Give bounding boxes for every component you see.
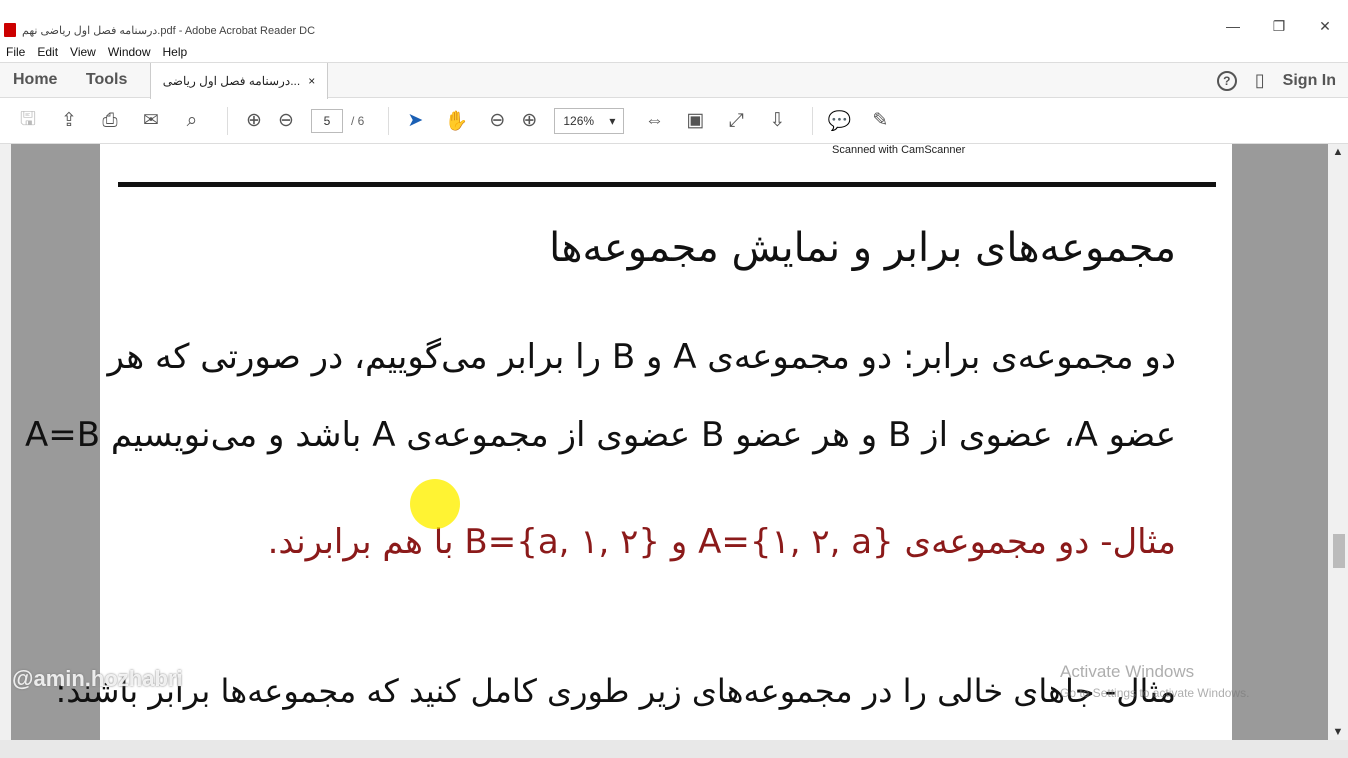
menu-help[interactable]: Help [157, 42, 194, 62]
watermark: @amin.hozhabri [12, 666, 183, 691]
sign-in-button[interactable]: Sign In [1283, 72, 1336, 90]
menu-view[interactable]: View [64, 42, 102, 62]
comment-icon[interactable]: 💬 [823, 105, 855, 137]
close-button[interactable]: ✕ [1302, 18, 1348, 35]
fit-page-icon[interactable]: ▣ [679, 105, 711, 137]
tab-bar: Home Tools درسنامه فصل اول ریاضی... × ? … [0, 62, 1348, 99]
previous-page-icon[interactable]: ⊕ [238, 105, 270, 137]
window-title: درسنامه فصل اول ریاضی نهم.pdf - Adobe Ac… [22, 24, 316, 37]
tab-home[interactable]: Home [13, 71, 57, 88]
save-icon[interactable]: 🖫 [12, 105, 44, 137]
menu-file[interactable]: File [0, 42, 31, 62]
tab-tools[interactable]: Tools [86, 71, 127, 88]
chevron-down-icon: ▾ [609, 113, 616, 128]
select-cursor-icon[interactable]: ➤ [399, 105, 431, 137]
zoom-in-icon[interactable]: ⊕ [513, 105, 545, 137]
left-panel-toggle[interactable] [0, 144, 11, 740]
menu-bar: File Edit View Window Help [0, 42, 193, 62]
example-2: مثال- جاهای خالی را در مجموعه‌های زیر طو… [55, 672, 1176, 710]
minimize-button[interactable]: — [1210, 18, 1256, 35]
cursor-highlight [410, 479, 460, 529]
scanned-page: مجموعه‌های برابر و نمایش مجموعه‌ها دو مج… [25, 182, 1216, 740]
title-bar: درسنامه فصل اول ریاضی نهم.pdf - Adobe Ac… [0, 18, 1348, 42]
hand-tool-icon[interactable]: ✋ [440, 105, 472, 137]
tab-document[interactable]: درسنامه فصل اول ریاضی... × [150, 63, 328, 99]
document-viewer: Scanned with CamScanner مجموعه‌های برابر… [0, 144, 1348, 740]
toolbar: 🖫 ⇪ ⎙ ✉ ⌕ ⊕ ⊖ 5 / 6 ➤ ✋ ⊖ ⊕ 126% ▾ ⇔ ▣ ⤢ … [0, 98, 1348, 144]
page-heading: مجموعه‌های برابر و نمایش مجموعه‌ها [549, 225, 1176, 271]
search-icon[interactable]: ⌕ [176, 105, 208, 137]
page-number-input[interactable]: 5 [311, 108, 343, 133]
cloud-upload-icon[interactable]: ⇪ [53, 105, 85, 137]
zoom-out-icon[interactable]: ⊖ [481, 105, 513, 137]
tab-close-icon[interactable]: × [308, 74, 315, 88]
zoom-value: 126% [563, 113, 595, 128]
menu-edit[interactable]: Edit [31, 42, 64, 62]
definition-line-1: دو مجموعه‌ی برابر: دو مجموعه‌ی A و B را … [107, 337, 1176, 377]
example-1: مثال- دو مجموعه‌ی A={۱, ۲, a} و B={a, ۱,… [267, 522, 1176, 562]
full-screen-icon[interactable]: ⤢ [720, 105, 752, 137]
restore-button[interactable]: ❐ [1256, 18, 1302, 35]
vertical-scrollbar[interactable]: ▲ ▼ [1328, 144, 1348, 740]
tab-document-label: درسنامه فصل اول ریاضی... [162, 74, 301, 88]
activate-windows-subtitle: Go to Settings to activate Windows. [1060, 686, 1250, 700]
definition-line-2: عضو A، عضوی از B و هر عضو B عضوی از مجمو… [25, 415, 1176, 455]
activate-windows-title: Activate Windows [1060, 662, 1195, 681]
divider [388, 106, 390, 135]
help-icon[interactable]: ? [1216, 70, 1237, 91]
scroll-up-icon[interactable]: ▲ [1328, 146, 1348, 158]
pdf-file-icon [4, 23, 16, 37]
next-page-icon[interactable]: ⊖ [270, 105, 302, 137]
fit-width-icon[interactable]: ⇔ [638, 105, 670, 137]
pdf-page: Scanned with CamScanner مجموعه‌های برابر… [25, 144, 1232, 740]
menu-window[interactable]: Window [102, 42, 157, 62]
scroll-mode-icon[interactable]: ⇩ [761, 105, 793, 137]
print-icon[interactable]: ⎙ [94, 105, 126, 137]
email-icon[interactable]: ✉ [135, 105, 167, 137]
highlight-pen-icon[interactable]: ✎ [864, 105, 896, 137]
camscanner-banner: Scanned with CamScanner [832, 144, 966, 156]
bottom-bar [0, 740, 1348, 758]
divider [812, 106, 814, 135]
scroll-down-icon[interactable]: ▼ [1328, 726, 1348, 738]
divider [227, 106, 228, 135]
mobile-link-icon[interactable]: ▯ [1255, 70, 1265, 91]
scroll-thumb[interactable] [1333, 534, 1345, 568]
zoom-select[interactable]: 126% ▾ [554, 107, 625, 134]
page-total: / 6 [351, 113, 365, 128]
